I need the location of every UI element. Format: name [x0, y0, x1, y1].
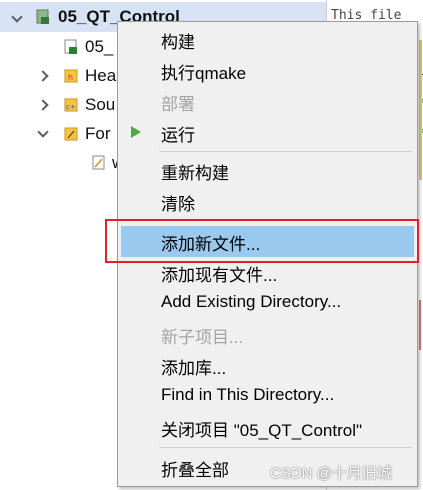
- menu-item-run[interactable]: 运行: [121, 117, 414, 148]
- forms-label: For: [85, 124, 111, 143]
- editor-change-marker: [419, 300, 421, 350]
- ui-file-icon: [92, 155, 105, 170]
- menu-item-find-in-directory[interactable]: Find in This Directory...: [121, 381, 414, 412]
- pro-file-icon: [64, 39, 77, 54]
- svg-text:c+: c+: [66, 103, 76, 111]
- menu-item-add-existing-directory[interactable]: Add Existing Directory...: [121, 288, 414, 319]
- run-icon: [131, 126, 141, 138]
- menu-separator: [159, 151, 412, 152]
- menu-item-close-project[interactable]: 关闭项目 "05_QT_Control": [121, 412, 414, 443]
- menu-item-new-subproject: 新子项目...: [161, 328, 244, 347]
- menu-item-run-qmake[interactable]: 执行qmake: [121, 55, 414, 86]
- editor-change-marker: [419, 40, 422, 180]
- collapse-arrow-icon[interactable]: [38, 129, 48, 139]
- headers-label: Hea: [85, 66, 117, 85]
- forms-folder-icon: [64, 127, 78, 141]
- watermark: CSDN @十月旧城: [270, 465, 392, 482]
- project-icon: [36, 9, 49, 24]
- menu-separator: [159, 447, 412, 448]
- sources-label: Sou: [85, 95, 116, 114]
- svg-text:h: h: [68, 73, 73, 82]
- menu-item-rebuild[interactable]: 重新构建: [121, 155, 414, 186]
- header-folder-icon: h: [64, 69, 78, 83]
- source-folder-icon: c+: [64, 98, 78, 112]
- menu-item-add-library[interactable]: 添加库...: [121, 350, 414, 381]
- menu-item-build[interactable]: 构建: [121, 24, 414, 55]
- menu-item-clean[interactable]: 清除: [121, 186, 414, 217]
- pro-file-label: 05_: [85, 37, 114, 56]
- menu-item-deploy: 部署: [161, 95, 195, 114]
- collapse-arrow-icon[interactable]: [12, 14, 22, 24]
- expand-arrow-icon[interactable]: [38, 71, 48, 81]
- annotation-highlight-box: [105, 219, 419, 263]
- expand-arrow-icon[interactable]: [38, 100, 48, 110]
